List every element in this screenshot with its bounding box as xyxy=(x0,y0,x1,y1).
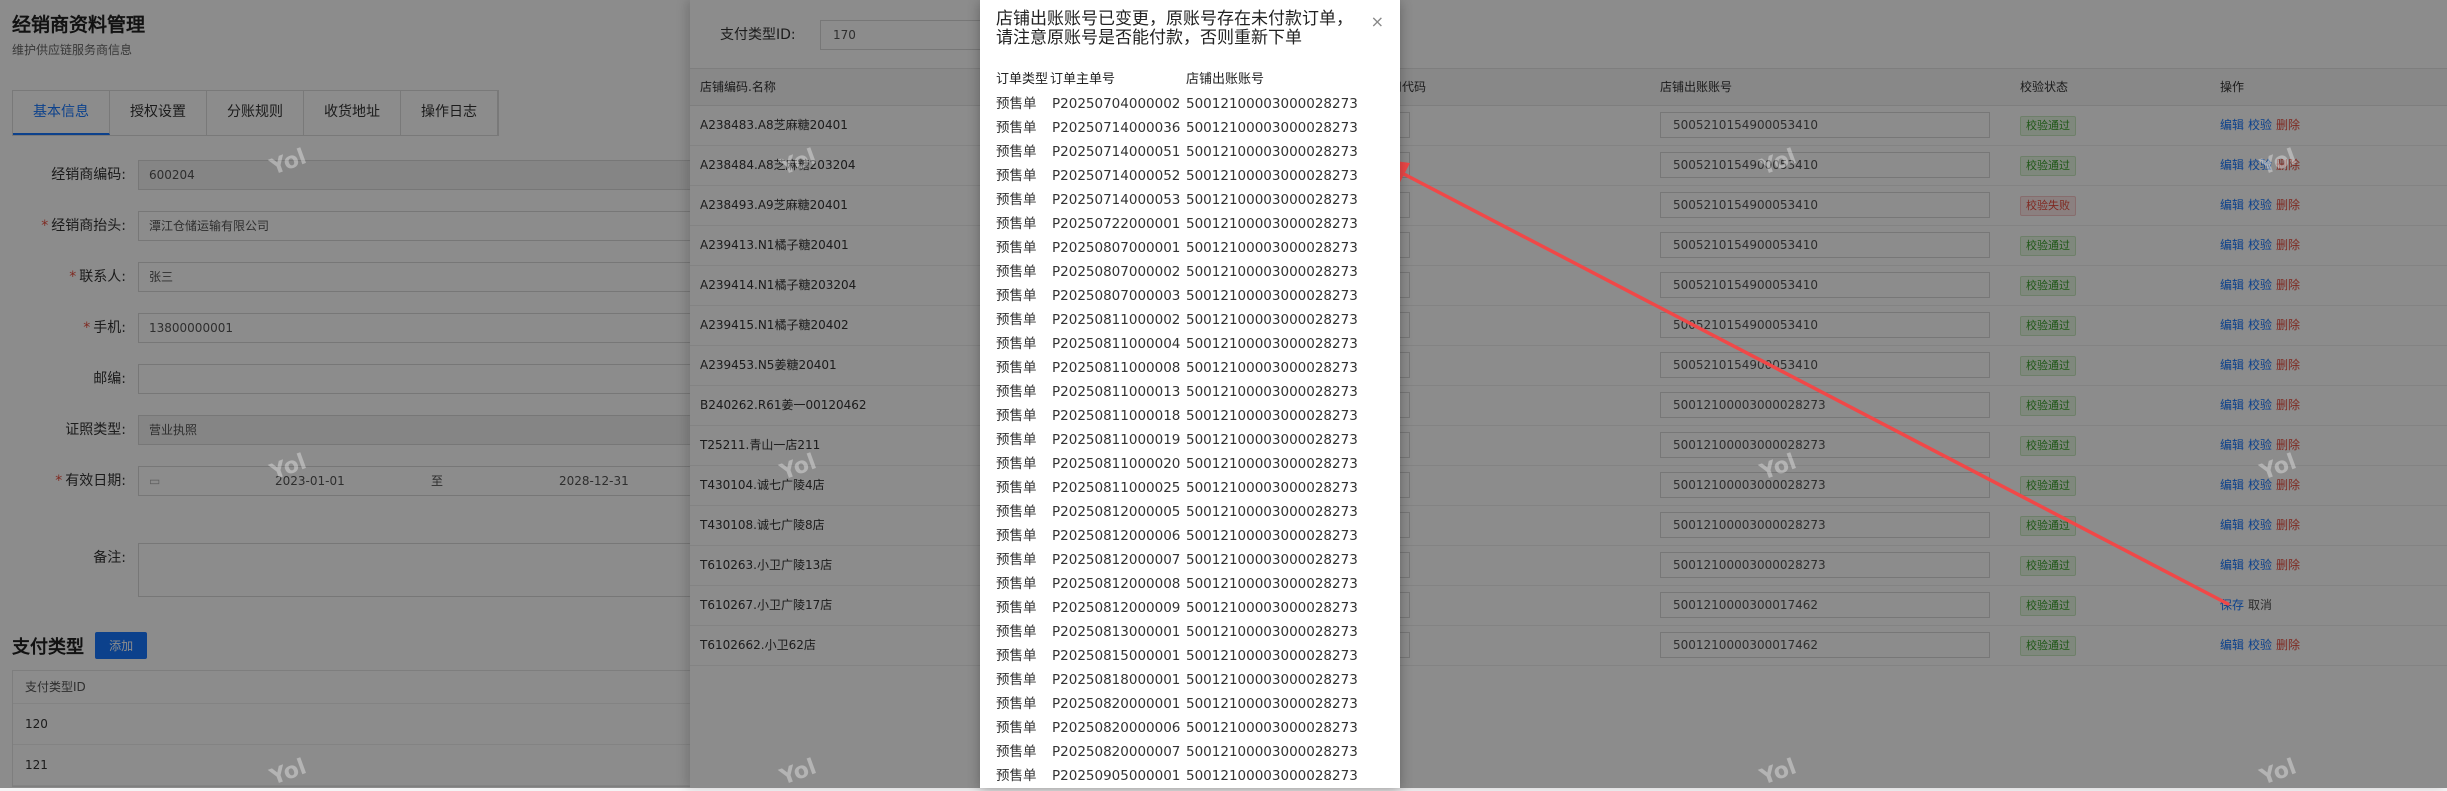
store-account-cell: 50012100003000028273 xyxy=(1186,576,1358,592)
store-account-cell: 50012100003000028273 xyxy=(1186,696,1358,712)
store-account-cell: 50012100003000028273 xyxy=(1186,120,1358,136)
store-account-cell: 50012100003000028273 xyxy=(1186,240,1358,256)
store-account-cell: 50012100003000028273 xyxy=(1186,168,1358,184)
order-no-cell: P20250812000005 xyxy=(1052,504,1181,520)
order-no-cell: P20250807000003 xyxy=(1052,288,1181,304)
order-type-cell: 预售单 xyxy=(996,240,1037,256)
order-no-cell: P20250905000001 xyxy=(1052,768,1181,784)
col-order-type: 订单类型 xyxy=(996,72,1049,87)
order-no-cell: P20250813000001 xyxy=(1052,624,1181,640)
order-type-cell: 预售单 xyxy=(996,696,1037,712)
order-no-cell: P20250815000001 xyxy=(1052,648,1181,664)
order-type-cell: 预售单 xyxy=(996,432,1037,448)
order-no-cell: P20250807000001 xyxy=(1052,240,1181,256)
order-no-cell: P20250811000002 xyxy=(1052,312,1181,328)
order-no-cell: P20250807000002 xyxy=(1052,264,1181,280)
order-no-cell: P20250811000008 xyxy=(1052,360,1181,376)
order-type-cell: 预售单 xyxy=(996,456,1037,472)
store-account-cell: 50012100003000028273 xyxy=(1186,768,1358,784)
order-type-cell: 预售单 xyxy=(996,576,1037,592)
order-type-cell: 预售单 xyxy=(996,192,1037,208)
col-store-account: 店铺出账账号 xyxy=(1186,72,1265,87)
order-no-cell: P20250812000008 xyxy=(1052,576,1181,592)
order-type-cell: 预售单 xyxy=(996,288,1037,304)
order-no-cell: P20250818000001 xyxy=(1052,672,1181,688)
order-type-cell: 预售单 xyxy=(996,720,1037,736)
order-no-cell: P20250714000036 xyxy=(1052,120,1181,136)
order-type-cell: 预售单 xyxy=(996,264,1037,280)
order-no-cell: P20250812000006 xyxy=(1052,528,1181,544)
order-no-cell: P20250820000006 xyxy=(1052,720,1181,736)
store-account-cell: 50012100003000028273 xyxy=(1186,384,1358,400)
order-no-cell: P20250811000018 xyxy=(1052,408,1181,424)
store-account-cell: 50012100003000028273 xyxy=(1186,600,1358,616)
close-icon[interactable]: × xyxy=(1371,12,1384,31)
order-type-cell: 预售单 xyxy=(996,768,1037,784)
col-order-no: 订单主单号 xyxy=(1050,72,1116,87)
order-no-cell: P20250714000053 xyxy=(1052,192,1181,208)
order-no-cell: P20250811000004 xyxy=(1052,336,1181,352)
order-type-cell: 预售单 xyxy=(996,672,1037,688)
store-account-cell: 50012100003000028273 xyxy=(1186,672,1358,688)
store-account-cell: 50012100003000028273 xyxy=(1186,480,1358,496)
account-change-dialog: 店铺出账账号已变更，原账号存在未付款订单，请注意原账号是否能付款，否则重新下单 … xyxy=(980,0,1400,788)
order-type-cell: 预售单 xyxy=(996,96,1037,112)
order-no-cell: P20250704000002 xyxy=(1052,96,1181,112)
store-account-cell: 50012100003000028273 xyxy=(1186,288,1358,304)
store-account-cell: 50012100003000028273 xyxy=(1186,720,1358,736)
store-account-cell: 50012100003000028273 xyxy=(1186,96,1358,112)
dialog-title: 店铺出账账号已变更，原账号存在未付款订单，请注意原账号是否能付款，否则重新下单 xyxy=(996,9,1353,48)
order-no-cell: P20250714000051 xyxy=(1052,144,1181,160)
order-no-cell: P20250811000013 xyxy=(1052,384,1181,400)
order-type-cell: 预售单 xyxy=(996,408,1037,424)
order-no-cell: P20250812000009 xyxy=(1052,600,1181,616)
order-type-cell: 预售单 xyxy=(996,648,1037,664)
order-no-cell: P20250820000001 xyxy=(1052,696,1181,712)
order-no-cell: P20250820000007 xyxy=(1052,744,1181,760)
order-type-cell: 预售单 xyxy=(996,600,1037,616)
order-type-cell: 预售单 xyxy=(996,528,1037,544)
store-account-cell: 50012100003000028273 xyxy=(1186,312,1358,328)
store-account-cell: 50012100003000028273 xyxy=(1186,144,1358,160)
order-type-cell: 预售单 xyxy=(996,360,1037,376)
order-type-cell: 预售单 xyxy=(996,144,1037,160)
order-no-cell: P20250722000001 xyxy=(1052,216,1181,232)
page: 经销商资料管理 维护供应链服务商信息 基本信息 授权设置 分账规则 收货地址 操… xyxy=(0,0,2447,791)
order-type-cell: 预售单 xyxy=(996,336,1037,352)
store-account-cell: 50012100003000028273 xyxy=(1186,504,1358,520)
order-type-cell: 预售单 xyxy=(996,480,1037,496)
store-account-cell: 50012100003000028273 xyxy=(1186,528,1358,544)
store-account-cell: 50012100003000028273 xyxy=(1186,408,1358,424)
order-no-cell: P20250714000052 xyxy=(1052,168,1181,184)
store-account-cell: 50012100003000028273 xyxy=(1186,264,1358,280)
order-type-cell: 预售单 xyxy=(996,168,1037,184)
store-account-cell: 50012100003000028273 xyxy=(1186,360,1358,376)
store-account-cell: 50012100003000028273 xyxy=(1186,456,1358,472)
order-type-cell: 预售单 xyxy=(996,552,1037,568)
store-account-cell: 50012100003000028273 xyxy=(1186,648,1358,664)
order-type-cell: 预售单 xyxy=(996,312,1037,328)
order-type-cell: 预售单 xyxy=(996,216,1037,232)
store-account-cell: 50012100003000028273 xyxy=(1186,624,1358,640)
order-type-cell: 预售单 xyxy=(996,744,1037,760)
store-account-cell: 50012100003000028273 xyxy=(1186,744,1358,760)
order-type-cell: 预售单 xyxy=(996,384,1037,400)
order-no-cell: P20250811000025 xyxy=(1052,480,1181,496)
store-account-cell: 50012100003000028273 xyxy=(1186,552,1358,568)
store-account-cell: 50012100003000028273 xyxy=(1186,336,1358,352)
order-no-cell: P20250812000007 xyxy=(1052,552,1181,568)
order-no-cell: P20250811000019 xyxy=(1052,432,1181,448)
order-type-cell: 预售单 xyxy=(996,504,1037,520)
store-account-cell: 50012100003000028273 xyxy=(1186,216,1358,232)
store-account-cell: 50012100003000028273 xyxy=(1186,192,1358,208)
order-type-cell: 预售单 xyxy=(996,120,1037,136)
order-no-cell: P20250811000020 xyxy=(1052,456,1181,472)
store-account-cell: 50012100003000028273 xyxy=(1186,432,1358,448)
order-type-cell: 预售单 xyxy=(996,624,1037,640)
